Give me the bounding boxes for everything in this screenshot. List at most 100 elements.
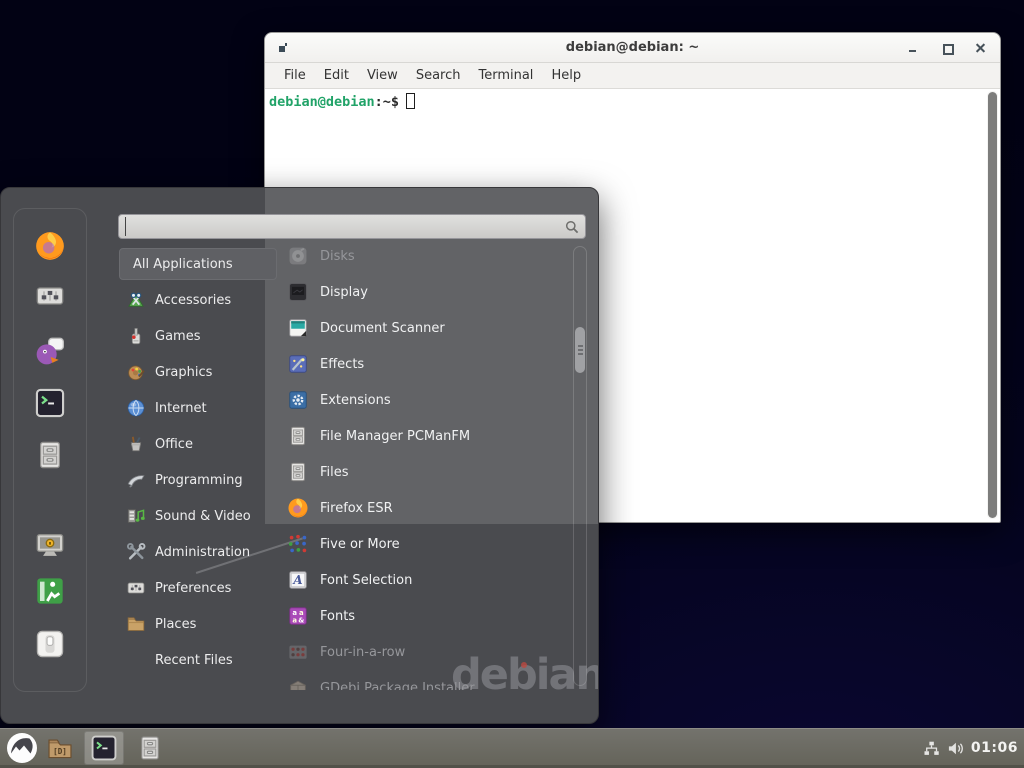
- terminal-prompt: debian@debian:~$: [269, 93, 415, 110]
- accessories-icon: [126, 290, 146, 310]
- search-input[interactable]: [125, 217, 555, 236]
- app-file-manager-pcmanfm[interactable]: File Manager PCManFM: [287, 418, 567, 454]
- terminal-menu-terminal[interactable]: Terminal: [469, 68, 542, 83]
- volume-icon[interactable]: [947, 740, 964, 757]
- favorite-settings-panel[interactable]: [34, 280, 66, 312]
- taskbar-terminal-active-window[interactable]: [84, 731, 124, 765]
- logout-icon: [34, 575, 66, 607]
- minimize-button[interactable]: [908, 43, 918, 53]
- svg-text:a: a: [292, 616, 297, 624]
- terminal-menu-view[interactable]: View: [358, 68, 407, 83]
- clock[interactable]: 01:06: [971, 740, 1018, 756]
- category-all-applications[interactable]: All Applications: [119, 248, 277, 280]
- extensions-icon: [287, 389, 309, 411]
- menu-app-list: Disks Display Document ScannerEffects Exten…: [287, 238, 567, 690]
- category-places[interactable]: Places: [119, 606, 277, 642]
- terminal-menu-help[interactable]: Help: [542, 68, 590, 83]
- prompt-user: debian@debian: [269, 94, 375, 110]
- category-sound-video[interactable]: Sound & Video: [119, 498, 277, 534]
- terminal-icon: [90, 734, 118, 762]
- category-games[interactable]: Games: [119, 318, 277, 354]
- terminal-menu-edit[interactable]: Edit: [315, 68, 358, 83]
- favorite-firefox[interactable]: [34, 230, 66, 262]
- file-cabinet-icon: [287, 425, 309, 447]
- favorite-file-cabinet[interactable]: [34, 439, 66, 471]
- app-firefox-esr[interactable]: Firefox ESR: [287, 490, 567, 526]
- favorite-logout[interactable]: [34, 575, 66, 607]
- terminal-scrollbar[interactable]: [987, 91, 998, 519]
- disks-icon: [287, 245, 309, 267]
- category-label: Programming: [155, 473, 243, 488]
- four-in-a-row-icon: [287, 641, 309, 663]
- taskbar: [D] 01:06: [0, 728, 1024, 768]
- app-label: Font Selection: [320, 573, 412, 588]
- games-icon: [126, 326, 146, 346]
- category-label: Accessories: [155, 293, 231, 308]
- app-four-in-a-row[interactable]: Four-in-a-row: [287, 634, 567, 670]
- category-label: Internet: [155, 401, 207, 416]
- taskbar-pcmanfm-launcher[interactable]: [D]: [46, 734, 74, 762]
- search-icon: [564, 219, 580, 235]
- favorite-terminal[interactable]: [34, 387, 66, 419]
- category-accessories[interactable]: Accessories: [119, 282, 277, 318]
- app-five-or-more[interactable]: Five or More: [287, 526, 567, 562]
- category-office[interactable]: Office: [119, 426, 277, 462]
- app-label: Extensions: [320, 393, 391, 408]
- favorite-shutdown[interactable]: [34, 628, 66, 660]
- places-icon: [126, 614, 146, 634]
- terminal-titlebar[interactable]: debian@debian: ~: [265, 33, 1000, 63]
- file-cabinet-icon: [34, 439, 66, 471]
- gdebi-icon: [287, 677, 309, 690]
- font-selection-icon: A: [287, 569, 309, 591]
- category-administration[interactable]: Administration: [119, 534, 277, 570]
- app-label: Files: [320, 465, 349, 480]
- favorite-lock-screen[interactable]: [34, 530, 66, 562]
- file-cabinet-icon: [287, 461, 309, 483]
- menu-categories: All Applications Accessories Games Graphics…: [119, 246, 277, 678]
- app-font-selection[interactable]: A Font Selection: [287, 562, 567, 598]
- lock-screen-icon: [34, 530, 66, 562]
- category-graphics[interactable]: Graphics: [119, 354, 277, 390]
- category-recent-files[interactable]: Recent Files: [119, 642, 277, 678]
- display-icon: [287, 281, 309, 303]
- category-label: Games: [155, 329, 200, 344]
- terminal-scrollbar-thumb[interactable]: [988, 92, 997, 518]
- terminal-menubar: FileEditViewSearchTerminalHelp: [265, 63, 1000, 89]
- app-document-scanner[interactable]: Document Scanner: [287, 310, 567, 346]
- app-disks[interactable]: Disks: [287, 238, 567, 274]
- menu-button[interactable]: [6, 732, 38, 764]
- app-files[interactable]: Files: [287, 454, 567, 490]
- five-or-more-icon: [287, 533, 309, 555]
- menu-scrollbar[interactable]: [573, 246, 587, 686]
- terminal-menu-search[interactable]: Search: [407, 68, 470, 83]
- category-programming[interactable]: Programming: [119, 462, 277, 498]
- app-fonts[interactable]: aaa&Fonts: [287, 598, 567, 634]
- maximize-button[interactable]: [942, 43, 952, 53]
- terminal-icon: [34, 387, 66, 419]
- menu-scrollbar-thumb[interactable]: [575, 327, 585, 373]
- prompt-suffix: :~$: [375, 94, 399, 110]
- app-label: Disks: [320, 249, 355, 264]
- administration-icon: [126, 542, 146, 562]
- network-icon[interactable]: [923, 740, 940, 757]
- terminal-menu-file[interactable]: File: [275, 68, 315, 83]
- terminal-title: debian@debian: ~: [265, 33, 1000, 63]
- category-internet[interactable]: Internet: [119, 390, 277, 426]
- svg-text:&: &: [298, 616, 304, 624]
- menu-search-box: [118, 214, 586, 239]
- application-menu: debian All ApplicationsAccessoriesGamesG…: [0, 187, 599, 724]
- app-label: GDebi Package Installer: [320, 681, 475, 691]
- category-preferences[interactable]: Preferences: [119, 570, 277, 606]
- app-label: Fonts: [320, 609, 355, 624]
- favorite-pidgin[interactable]: [34, 335, 66, 367]
- close-button[interactable]: [976, 43, 986, 53]
- app-display[interactable]: Display: [287, 274, 567, 310]
- app-label: Display: [320, 285, 368, 300]
- programming-icon: [126, 470, 146, 490]
- settings-panel-icon: [34, 280, 66, 312]
- app-gdebi-package-installer[interactable]: GDebi Package Installer: [287, 670, 567, 690]
- app-extensions[interactable]: Extensions: [287, 382, 567, 418]
- pidgin-icon: [34, 335, 66, 367]
- taskbar-file-cabinet-launcher[interactable]: [136, 734, 164, 762]
- app-effects[interactable]: Effects: [287, 346, 567, 382]
